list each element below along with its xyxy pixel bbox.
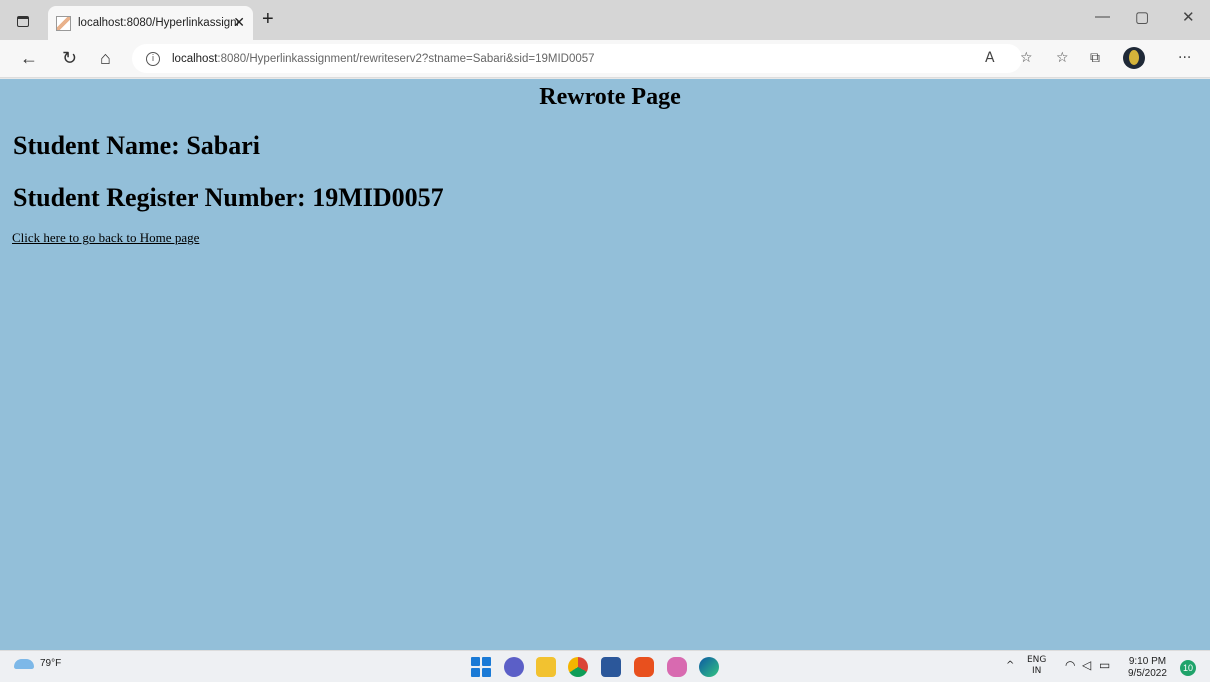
- notification-badge[interactable]: 10: [1180, 660, 1196, 676]
- refresh-button[interactable]: ↻: [62, 46, 77, 70]
- browser-tab[interactable]: localhost:8080/Hyperlinkassignm ✕: [48, 6, 253, 40]
- home-button[interactable]: ⌂: [100, 46, 111, 70]
- student-register-number: Student Register Number: 19MID0057: [13, 183, 444, 212]
- url-path: :8080/Hyperlinkassignment/rewriteserv2?s…: [217, 52, 595, 65]
- clock-date: 9/5/2022: [1128, 668, 1167, 679]
- url-text: localhost:8080/Hyperlinkassignment/rewri…: [172, 53, 595, 65]
- favorites-icon[interactable]: ☆: [1056, 47, 1069, 69]
- address-bar[interactable]: i localhost:8080/Hyperlinkassignment/rew…: [132, 44, 1022, 73]
- word-icon[interactable]: [601, 657, 621, 677]
- volume-icon[interactable]: ◁: [1082, 659, 1091, 671]
- back-button[interactable]: ←: [20, 46, 38, 70]
- student-name: Student Name: Sabari: [13, 131, 261, 160]
- clock[interactable]: 9:10 PM 9/5/2022: [1128, 656, 1167, 680]
- clock-time: 9:10 PM: [1128, 656, 1167, 667]
- collections-icon[interactable]: ⧉: [1090, 47, 1100, 69]
- teams-chat-icon[interactable]: [504, 657, 524, 677]
- tray-chevron-icon[interactable]: ^: [1006, 661, 1014, 671]
- close-window-button[interactable]: ✕: [1182, 8, 1195, 26]
- cloud-icon: [14, 658, 34, 669]
- tab-strip: localhost:8080/Hyperlinkassignm ✕ + — ▢ …: [0, 0, 1210, 40]
- tab-actions-icon: [17, 15, 29, 27]
- read-aloud-icon[interactable]: A: [985, 47, 995, 69]
- info-icon[interactable]: i: [146, 51, 160, 66]
- edge-icon[interactable]: [699, 657, 719, 677]
- profile-avatar[interactable]: [1123, 47, 1145, 69]
- more-options-icon[interactable]: ···: [1178, 47, 1191, 69]
- new-tab-button[interactable]: +: [262, 8, 274, 30]
- tab-close-icon[interactable]: ✕: [233, 14, 245, 31]
- url-host: localhost: [172, 52, 218, 65]
- maximize-button[interactable]: ▢: [1135, 8, 1149, 26]
- file-explorer-icon[interactable]: [536, 657, 556, 677]
- taskbar: 79°F ^ ENG IN ◠ ◁ ▭ 9:10 PM 9/5/2022 10: [0, 650, 1210, 682]
- home-page-link[interactable]: Click here to go back to Home page: [12, 230, 199, 246]
- chrome-icon[interactable]: [568, 657, 588, 677]
- snipping-tool-icon[interactable]: [667, 657, 687, 677]
- tab-title: localhost:8080/Hyperlinkassignm: [78, 17, 238, 29]
- add-favorite-icon[interactable]: ☆: [1020, 47, 1033, 69]
- weather-temperature: 79°F: [40, 658, 62, 669]
- weather-widget[interactable]: 79°F: [14, 658, 61, 669]
- office-icon[interactable]: [634, 657, 654, 677]
- tab-actions-button[interactable]: [12, 10, 34, 32]
- wifi-icon[interactable]: ◠: [1065, 659, 1075, 671]
- language-code: ENG: [1027, 655, 1047, 665]
- favicon-icon: [56, 15, 71, 31]
- language-region: IN: [1032, 666, 1042, 676]
- page-content: Rewrote Page Student Name: Sabari Studen…: [0, 79, 1210, 650]
- start-icon[interactable]: [471, 657, 491, 677]
- language-indicator[interactable]: ENG IN: [1027, 655, 1046, 677]
- minimize-button[interactable]: —: [1095, 8, 1110, 25]
- battery-icon[interactable]: ▭: [1099, 659, 1110, 671]
- page-heading: Rewrote Page: [539, 84, 681, 110]
